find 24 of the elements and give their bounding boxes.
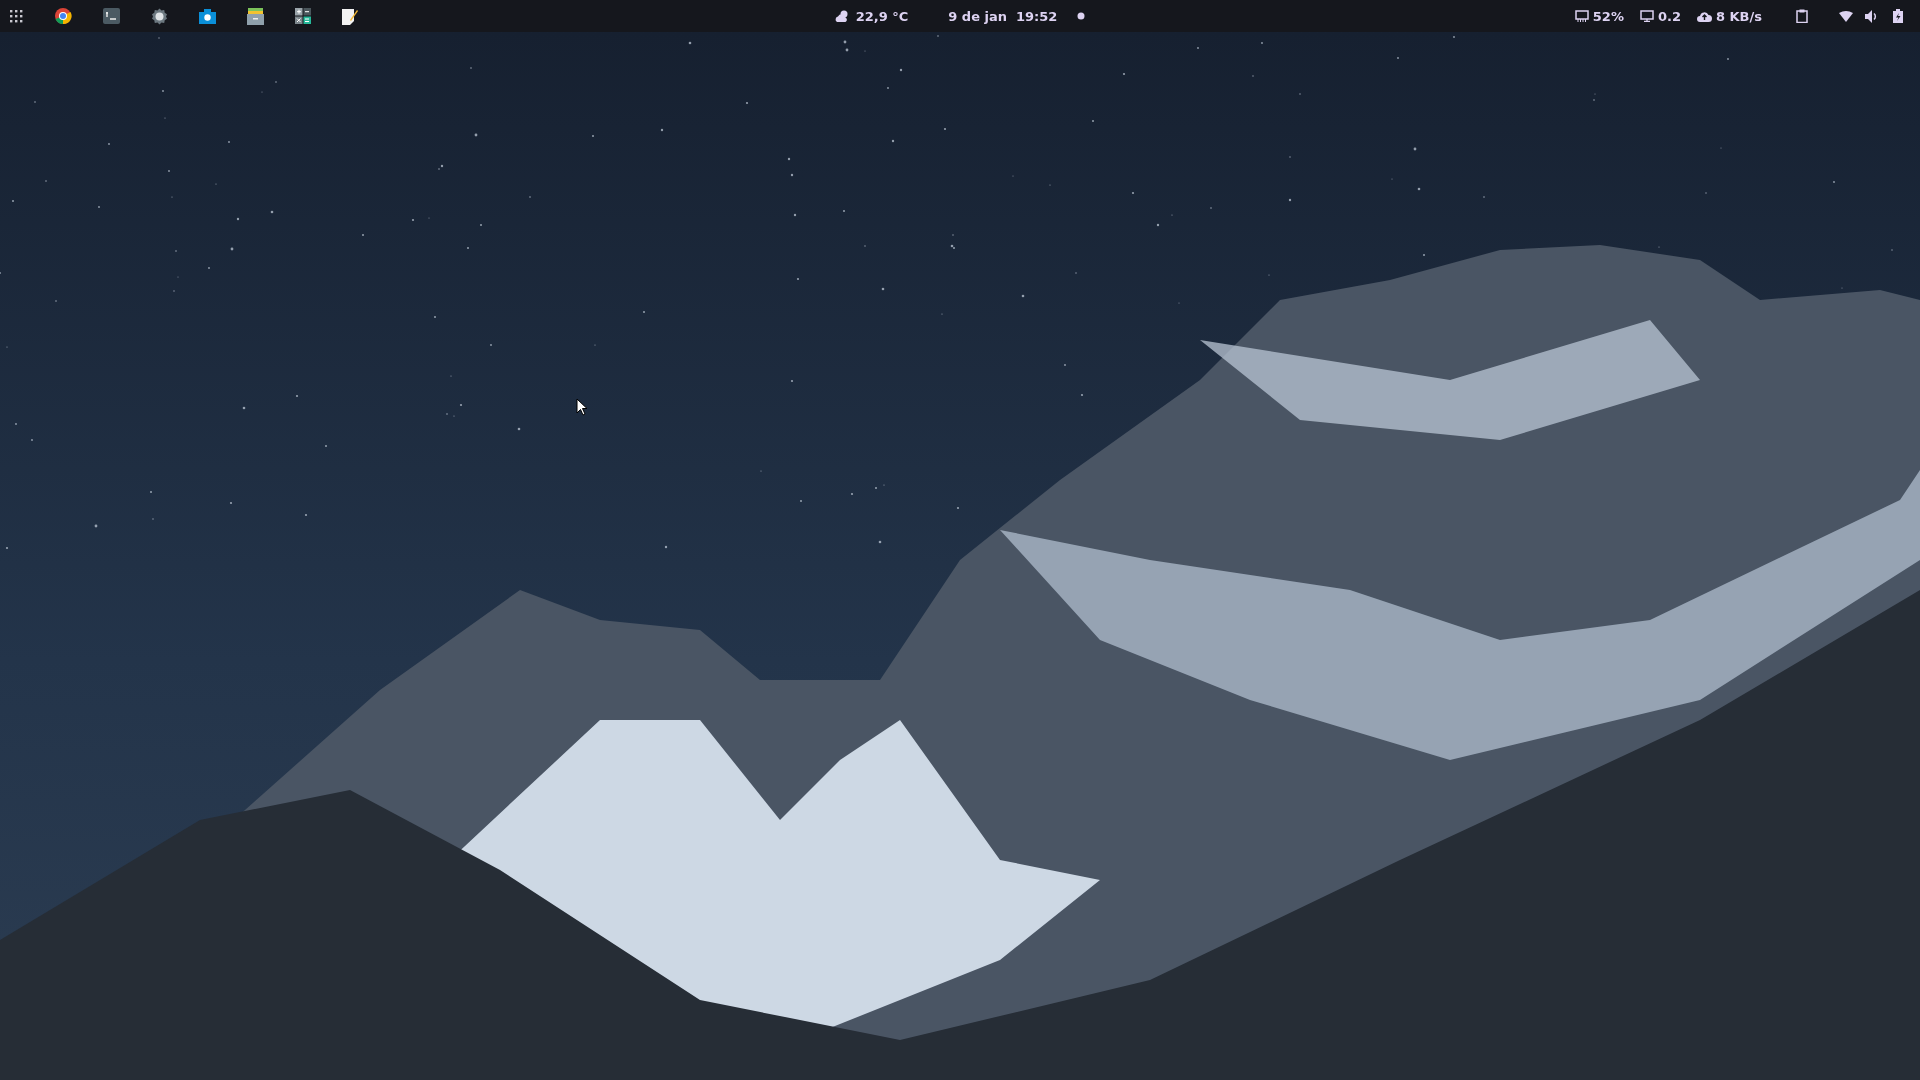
cloudy-weather-icon [834, 9, 850, 23]
chip-icon [1574, 10, 1589, 22]
clipboard-icon[interactable] [1796, 9, 1808, 23]
monitor-icon [1639, 10, 1654, 22]
cloud-upload-icon [1696, 10, 1712, 22]
load-reading: 0.2 [1657, 8, 1681, 24]
temperature-text[interactable]: 22,9 °C [855, 8, 909, 24]
volume-icon[interactable] [1865, 9, 1879, 23]
network-reading: 8 KB/s [1715, 8, 1762, 24]
camera-icon[interactable] [199, 8, 216, 24]
mouse-pointer-icon [576, 398, 588, 416]
date-text[interactable]: 9 de jan [948, 8, 1007, 24]
notification-dot-icon[interactable] [1077, 12, 1086, 20]
file-drawer-icon[interactable] [247, 7, 264, 25]
wifi-icon[interactable] [1839, 10, 1853, 22]
battery-charging-icon[interactable] [1893, 9, 1903, 23]
terminal-icon[interactable] [103, 8, 120, 24]
settings-icon[interactable] [151, 7, 168, 25]
browser-icon[interactable] [54, 7, 72, 25]
clock-time[interactable]: 19:52 [1016, 8, 1058, 24]
note-pencil-icon[interactable] [342, 7, 358, 25]
calculator-icon[interactable] [295, 8, 311, 24]
app-grid-icon[interactable] [9, 9, 23, 23]
cpu-reading: 52% [1592, 8, 1624, 24]
